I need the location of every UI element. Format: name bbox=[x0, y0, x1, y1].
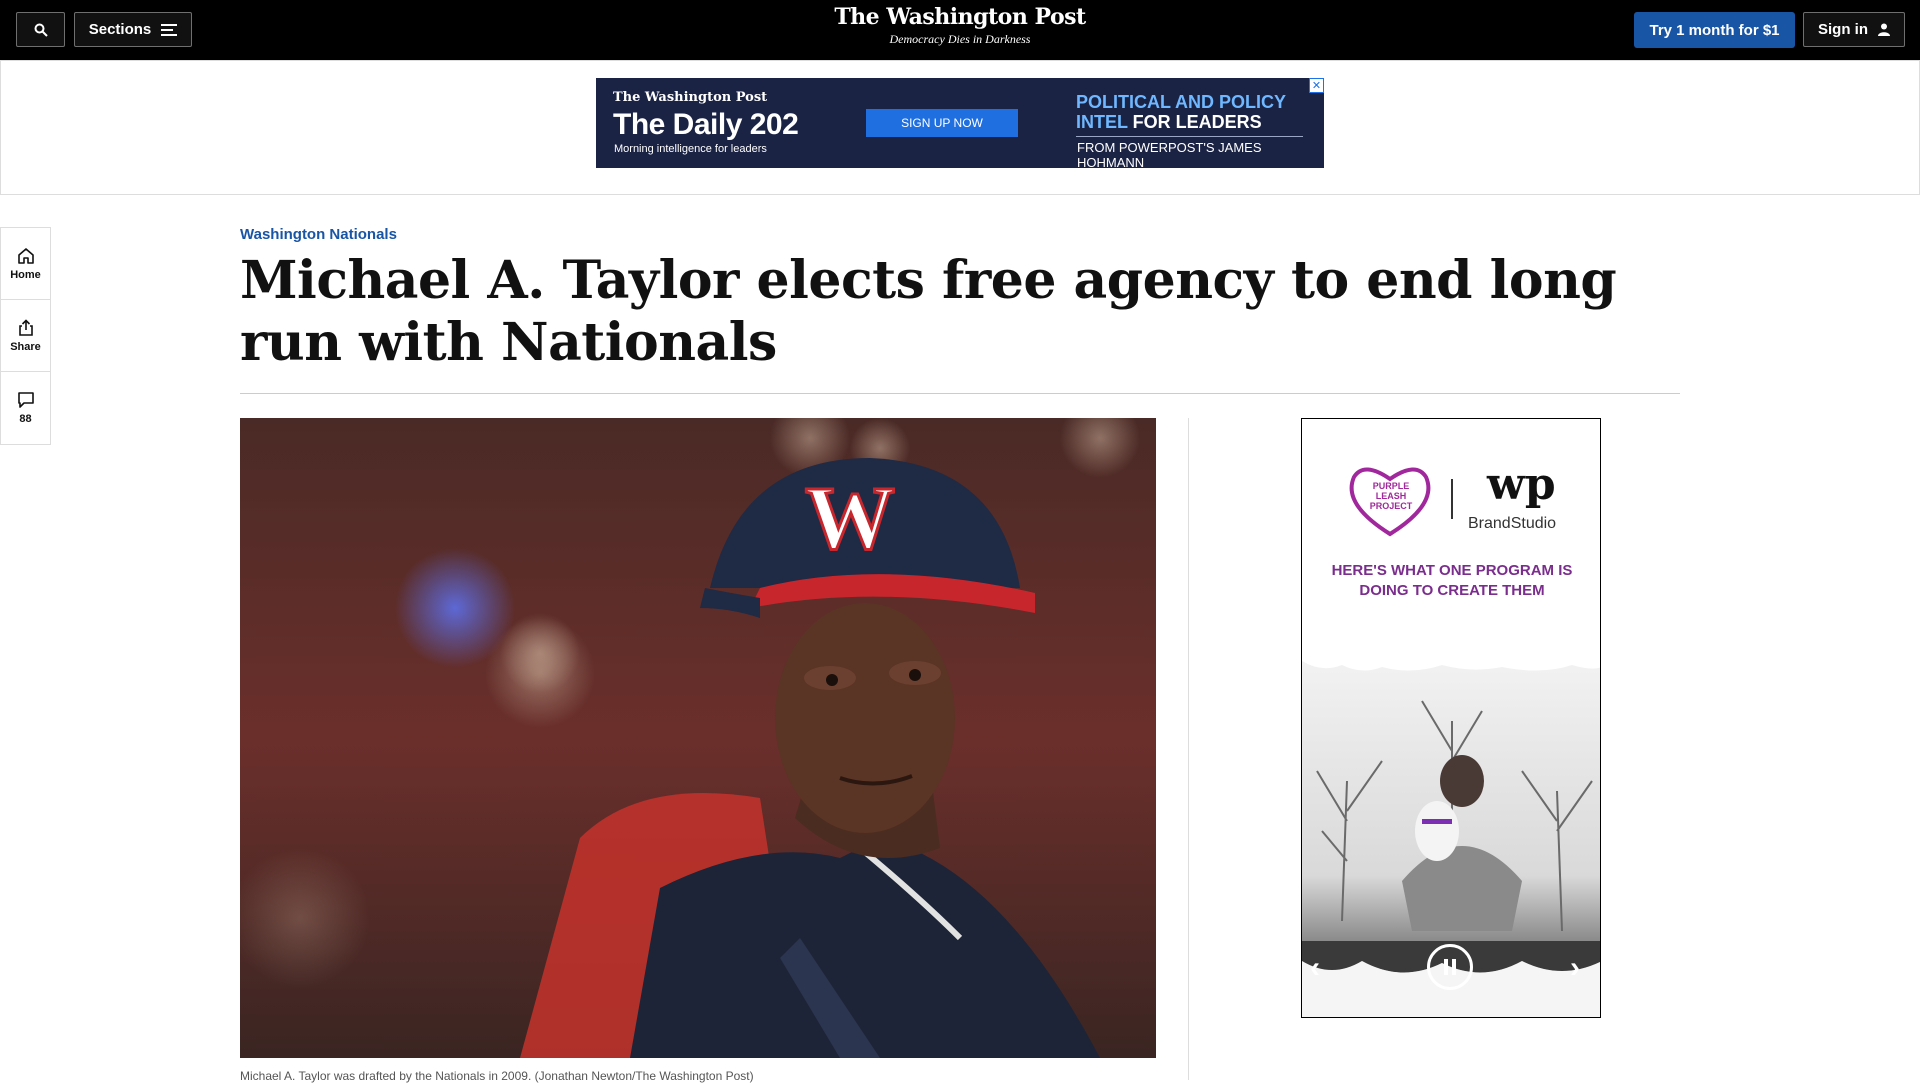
sidebar-ad[interactable]: PURPLE LEASH PROJECT wp BrandStudio HERE… bbox=[1301, 418, 1601, 1018]
ad-signup-button[interactable]: SIGN UP NOW bbox=[866, 109, 1018, 137]
ad-promo-text: HERE'S WHAT ONE PROGRAM IS DOING TO CREA… bbox=[1331, 562, 1573, 599]
ad-headline-line2a: INTEL bbox=[1076, 112, 1133, 132]
ad-headline: POLITICAL AND POLICY INTEL FOR LEADERS bbox=[1076, 92, 1286, 132]
user-icon bbox=[1878, 23, 1890, 36]
share-icon bbox=[18, 318, 33, 336]
carousel-pause-button[interactable] bbox=[1427, 944, 1473, 990]
rail-share-label: Share bbox=[10, 340, 41, 353]
subscribe-button[interactable]: Try 1 month for $1 bbox=[1634, 12, 1795, 48]
sign-in-label: Sign in bbox=[1818, 21, 1868, 38]
heart-logo-icon bbox=[1349, 467, 1453, 537]
ad-headline-line2b: FOR LEADERS bbox=[1132, 112, 1262, 132]
svg-text:W: W bbox=[805, 469, 895, 568]
article-side-rail: Home Share 88 bbox=[0, 227, 51, 445]
ad-subtitle: Morning intelligence for leaders bbox=[614, 143, 767, 155]
article-headline: Michael A. Taylor elects free agency to … bbox=[240, 250, 1617, 373]
partner-logo-line2: LEASH bbox=[1375, 491, 1407, 501]
ad-headline-line2: INTEL FOR LEADERS bbox=[1076, 112, 1286, 132]
masthead[interactable]: The Washington Post Democracy Dies in Da… bbox=[760, 4, 1160, 47]
ad-logo: The Washington Post bbox=[613, 90, 768, 105]
carousel-next-icon[interactable]: › bbox=[1570, 951, 1580, 985]
search-button[interactable] bbox=[16, 12, 65, 47]
partner-logo-line3: PROJECT bbox=[1369, 501, 1413, 511]
top-nav-bar: Sections The Washington Post Democracy D… bbox=[0, 0, 1920, 60]
ad-divider bbox=[1076, 136, 1303, 137]
comment-count: 88 bbox=[19, 413, 32, 425]
lead-photo[interactable]: W bbox=[240, 418, 1156, 1058]
rail-home[interactable]: Home bbox=[1, 228, 50, 300]
player-portrait-image: W bbox=[240, 418, 1156, 1058]
brandstudio-label: BrandStudio bbox=[1468, 515, 1557, 532]
ad-brand-row: PURPLE LEASH PROJECT wp BrandStudio bbox=[1302, 459, 1600, 539]
partner-logo-text: PURPLE LEASH PROJECT bbox=[1362, 481, 1420, 511]
ad-title: The Daily 202 bbox=[613, 108, 799, 141]
rail-comments[interactable]: 88 bbox=[1, 372, 50, 444]
article-kicker[interactable]: Washington Nationals bbox=[240, 226, 397, 243]
banner-ad[interactable]: The Washington Post The Daily 202 Mornin… bbox=[596, 78, 1324, 170]
headline-divider bbox=[240, 393, 1680, 394]
photo-caption: Michael A. Taylor was drafted by the Nat… bbox=[240, 1069, 754, 1083]
home-icon bbox=[17, 247, 34, 264]
ad-close-icon[interactable]: ✕ bbox=[1309, 78, 1324, 93]
menu-icon bbox=[161, 23, 178, 36]
wp-monogram: wp bbox=[1487, 459, 1556, 510]
ad-scene-image: ‹ › bbox=[1302, 661, 1600, 1017]
sections-label: Sections bbox=[88, 21, 152, 38]
site-logo[interactable]: The Washington Post bbox=[760, 4, 1160, 30]
site-tagline: Democracy Dies in Darkness bbox=[889, 32, 1031, 46]
ad-byline: FROM POWERPOST'S JAMES HOHMANN bbox=[1077, 140, 1262, 170]
pause-icon bbox=[1444, 959, 1456, 975]
ad-headline-line1: POLITICAL AND POLICY bbox=[1076, 92, 1287, 112]
search-icon bbox=[34, 23, 48, 37]
partner-logo-line1: PURPLE bbox=[1372, 481, 1410, 491]
column-divider bbox=[1188, 418, 1189, 1080]
sections-button[interactable]: Sections bbox=[74, 12, 192, 47]
carousel-prev-icon[interactable]: ‹ bbox=[1310, 951, 1320, 985]
rail-home-label: Home bbox=[10, 268, 41, 281]
sign-in-button[interactable]: Sign in bbox=[1803, 12, 1905, 47]
rail-share[interactable]: Share bbox=[1, 300, 50, 372]
comment-icon bbox=[17, 392, 34, 408]
